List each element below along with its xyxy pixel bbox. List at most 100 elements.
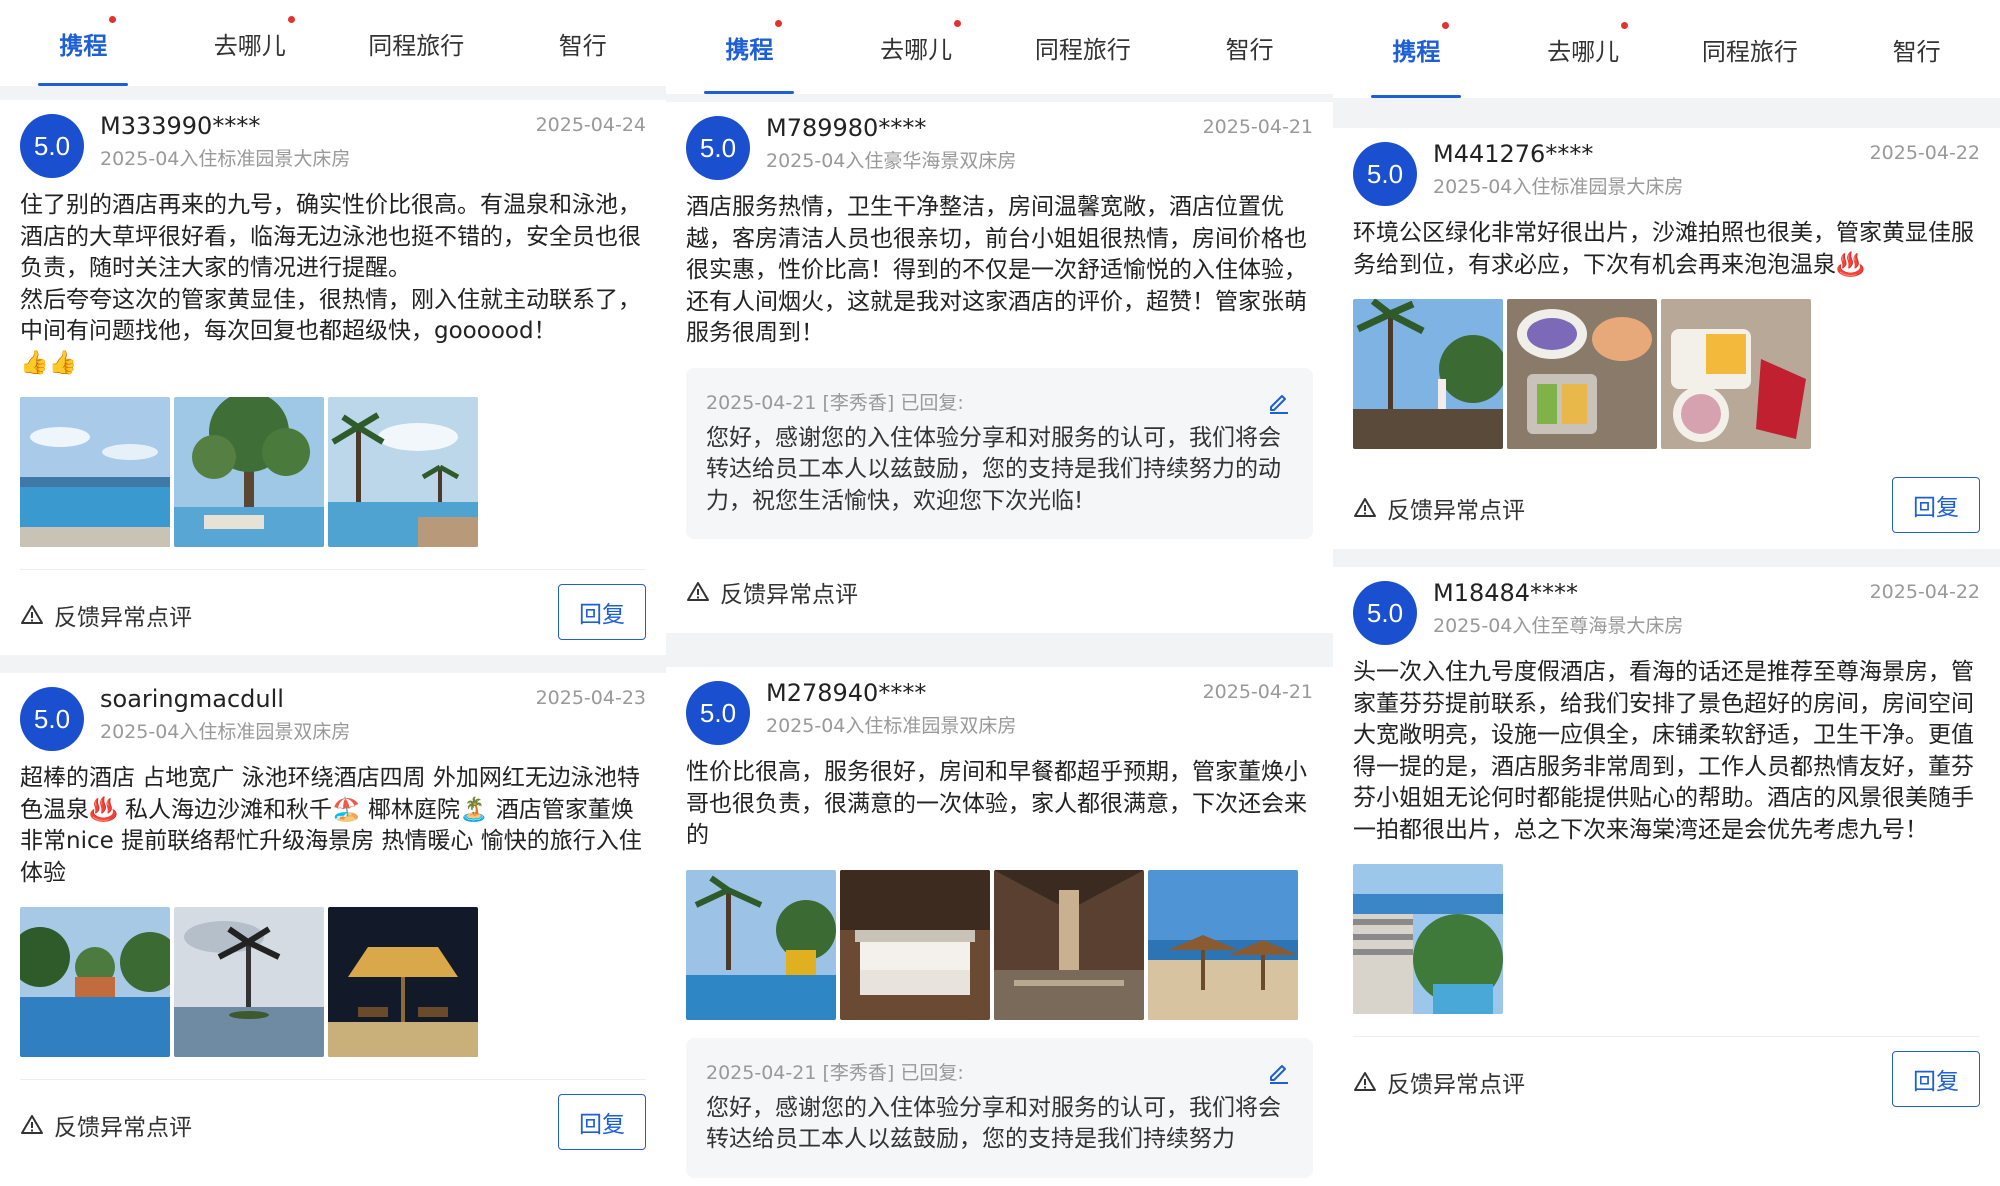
reply-button[interactable]: 回复 bbox=[1892, 1051, 1980, 1107]
review-photo[interactable] bbox=[1661, 299, 1811, 449]
review-photo[interactable] bbox=[994, 869, 1144, 1020]
reviewer-name: M18484**** bbox=[1433, 579, 1579, 607]
warning-triangle-icon bbox=[687, 582, 709, 601]
tab-ctrip[interactable]: 携程 bbox=[1333, 0, 1500, 98]
report-abnormal-review[interactable]: 反馈异常点评 bbox=[686, 575, 858, 609]
tab-label: 去哪儿 bbox=[213, 31, 286, 60]
reply-button[interactable]: 回复 bbox=[558, 584, 646, 640]
review-photo[interactable] bbox=[1353, 299, 1503, 449]
review-card: 5.0 M333990**** 2025-04入住标准园景大床房 2025-04… bbox=[0, 100, 666, 655]
notification-dot bbox=[954, 19, 962, 27]
review-date: 2025-04-22 bbox=[1869, 581, 1980, 603]
score-badge: 5.0 bbox=[20, 114, 84, 178]
divider bbox=[1333, 549, 2000, 567]
platform-tabs: 携程 去哪儿 同程旅行 智行 bbox=[1333, 0, 2000, 98]
report-abnormal-review[interactable]: 反馈异常点评 bbox=[20, 598, 192, 632]
reply-button[interactable]: 回复 bbox=[558, 1094, 646, 1150]
review-photos bbox=[20, 397, 646, 547]
tab-label: 携程 bbox=[1392, 37, 1441, 66]
score-badge: 5.0 bbox=[1353, 581, 1417, 645]
reply-button[interactable]: 回复 bbox=[1892, 477, 1980, 533]
review-photo[interactable] bbox=[840, 869, 990, 1020]
active-tab-indicator bbox=[704, 91, 795, 94]
hotel-reply: 2025-04-21 [李秀香] 已回复: 您好，感谢您的入住体验分享和对服务的… bbox=[686, 367, 1313, 539]
review-card: 5.0 M278940**** 2025-04入住标准园景双床房 2025-04… bbox=[666, 667, 1333, 1178]
warning-triangle-icon bbox=[1354, 1072, 1376, 1091]
review-photo[interactable] bbox=[686, 869, 836, 1020]
tab-label: 同程旅行 bbox=[368, 31, 465, 60]
tab-qunar[interactable]: 去哪儿 bbox=[167, 0, 334, 86]
review-text: 性价比很高，服务很好，房间和早餐都超乎预期，管家董焕小哥也很负责，很满意的一次体… bbox=[686, 759, 1307, 848]
review-photos bbox=[686, 869, 1313, 1020]
tab-label: 去哪儿 bbox=[880, 35, 953, 64]
review-card: 5.0 M789980**** 2025-04入住豪华海景双床房 2025-04… bbox=[666, 102, 1333, 633]
review-date: 2025-04-22 bbox=[1869, 142, 1980, 164]
stay-info: 2025-04入住标准园景双床房 bbox=[100, 721, 351, 743]
reply-meta: 2025-04-21 [李秀香] 已回复: bbox=[706, 391, 964, 414]
tab-tongcheng[interactable]: 同程旅行 bbox=[1000, 0, 1167, 94]
tab-ctrip[interactable]: 携程 bbox=[666, 0, 833, 94]
tab-qunar[interactable]: 去哪儿 bbox=[1500, 0, 1667, 98]
review-text: 环境公区绿化非常好很出片，沙滩拍照也很美，管家黄显佳服务给到位，有求必应，下次有… bbox=[1353, 220, 1974, 278]
tab-zhixing[interactable]: 智行 bbox=[500, 0, 667, 86]
tab-label: 携程 bbox=[725, 35, 774, 64]
tab-tongcheng[interactable]: 同程旅行 bbox=[1667, 0, 1834, 98]
reviewer-name: M789980**** bbox=[766, 114, 927, 142]
review-photo[interactable] bbox=[328, 907, 478, 1057]
review-text: 酒店服务热情，卫生干净整洁，房间温馨宽敞，酒店位置优越，客房清洁人员也很亲切，前… bbox=[686, 194, 1307, 346]
notification-dot bbox=[1621, 21, 1629, 29]
review-date: 2025-04-21 bbox=[1202, 116, 1313, 138]
review-photo[interactable] bbox=[1353, 864, 1503, 1014]
score-badge: 5.0 bbox=[686, 116, 750, 180]
review-photo[interactable] bbox=[1148, 869, 1298, 1020]
tab-zhixing[interactable]: 智行 bbox=[1833, 0, 2000, 98]
reply-text: 您好，感谢您的入住体验分享和对服务的认可，我们将会转达给员工本人以兹鼓励，您的支… bbox=[706, 424, 1281, 514]
tab-tongcheng[interactable]: 同程旅行 bbox=[333, 0, 500, 86]
notification-dot bbox=[1442, 21, 1450, 29]
review-photo[interactable] bbox=[174, 907, 324, 1057]
review-text: 头一次入住九号度假酒店，看海的话还是推荐至尊海景房，管家董芬芬提前联系，给我们安… bbox=[1353, 659, 1974, 843]
score-badge: 5.0 bbox=[686, 681, 750, 745]
reviewer-name: soaringmacdull bbox=[100, 685, 284, 713]
active-tab-indicator bbox=[38, 83, 129, 86]
review-card: 5.0 M18484**** 2025-04入住至尊海景大床房 2025-04-… bbox=[1333, 567, 2000, 1122]
notification-dot bbox=[109, 15, 117, 23]
review-date: 2025-04-24 bbox=[535, 114, 646, 136]
review-photos bbox=[1353, 299, 1980, 449]
report-abnormal-review[interactable]: 反馈异常点评 bbox=[1353, 1065, 1525, 1099]
stay-info: 2025-04入住至尊海景大床房 bbox=[1433, 615, 1684, 637]
warning-triangle-icon bbox=[1354, 498, 1376, 517]
report-abnormal-review[interactable]: 反馈异常点评 bbox=[20, 1108, 192, 1142]
tab-label: 去哪儿 bbox=[1547, 37, 1620, 66]
review-photos bbox=[1353, 864, 1980, 1014]
tab-ctrip[interactable]: 携程 bbox=[0, 0, 167, 86]
active-tab-indicator bbox=[1371, 95, 1462, 98]
review-text: 超棒的酒店 占地宽广 泳池环绕酒店四周 外加网红无边泳池特色温泉♨️ 私人海边沙… bbox=[20, 765, 642, 886]
tab-qunar[interactable]: 去哪儿 bbox=[833, 0, 1000, 94]
review-photo[interactable] bbox=[174, 397, 324, 547]
reviewer-name: M333990**** bbox=[100, 112, 261, 140]
warning-triangle-icon bbox=[21, 1115, 43, 1134]
tab-label: 同程旅行 bbox=[1701, 37, 1798, 66]
tab-zhixing[interactable]: 智行 bbox=[1166, 0, 1333, 94]
review-date: 2025-04-21 bbox=[1202, 681, 1313, 703]
review-photo[interactable] bbox=[20, 907, 170, 1057]
pencil-icon[interactable] bbox=[1267, 390, 1291, 414]
reviewer-name: M278940**** bbox=[766, 679, 927, 707]
review-panel-1: 携程 去哪儿 同程旅行 智行 5.0 M333990**** 2025-04入住… bbox=[0, 0, 666, 1186]
report-abnormal-review[interactable]: 反馈异常点评 bbox=[1353, 491, 1525, 525]
warning-triangle-icon bbox=[21, 605, 43, 624]
divider bbox=[666, 633, 1333, 667]
review-card: 5.0 soaringmacdull 2025-04入住标准园景双床房 2025… bbox=[0, 673, 666, 1165]
divider bbox=[0, 86, 666, 100]
tab-label: 智行 bbox=[1892, 37, 1941, 66]
score-badge: 5.0 bbox=[20, 687, 84, 751]
review-photo[interactable] bbox=[1507, 299, 1657, 449]
platform-tabs: 携程 去哪儿 同程旅行 智行 bbox=[0, 0, 666, 86]
hotel-reply: 2025-04-21 [李秀香] 已回复: 您好，感谢您的入住体验分享和对服务的… bbox=[686, 1037, 1313, 1178]
review-photo[interactable] bbox=[20, 397, 170, 547]
pencil-icon[interactable] bbox=[1267, 1060, 1291, 1084]
review-date: 2025-04-23 bbox=[535, 687, 646, 709]
tab-label: 同程旅行 bbox=[1034, 35, 1131, 64]
review-photo[interactable] bbox=[328, 397, 478, 547]
